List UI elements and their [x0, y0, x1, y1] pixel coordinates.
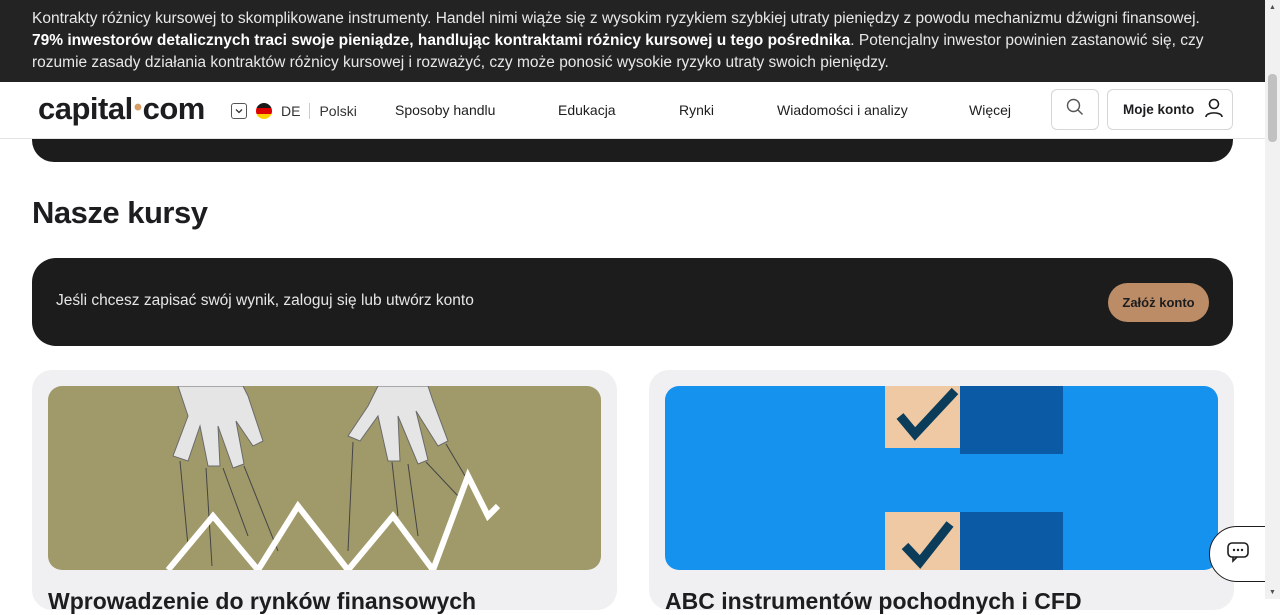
- nav-wiadomosci[interactable]: Wiadomości i analizy: [777, 102, 908, 118]
- risk-warning-text: Kontrakty różnicy kursowej to skomplikow…: [32, 10, 1200, 27]
- previous-section-panel: [32, 139, 1233, 162]
- my-account-button[interactable]: Moje konto: [1107, 89, 1233, 130]
- page-scrollbar[interactable]: ▲ ▼: [1265, 0, 1280, 599]
- nav-rynki[interactable]: Rynki: [679, 102, 714, 118]
- nav-edukacja[interactable]: Edukacja: [558, 102, 616, 118]
- course-title[interactable]: Wprowadzenie do rynków finansowych: [48, 588, 476, 615]
- language-selector[interactable]: DE Polski: [231, 102, 357, 120]
- my-account-label: Moje konto: [1123, 102, 1195, 117]
- risk-warning-bold: 79% inwestorów detalicznych traci swoje …: [32, 32, 851, 49]
- nav-sposoby-handlu[interactable]: Sposoby handlu: [395, 102, 495, 118]
- chevron-down-icon: [231, 103, 247, 119]
- divider: [309, 103, 311, 119]
- chat-icon: [1226, 541, 1250, 568]
- logo-text-left: capital: [38, 91, 133, 126]
- search-icon: [1066, 98, 1084, 121]
- course-card[interactable]: Wprowadzenie do rynków finansowych: [32, 370, 617, 614]
- logo-text-right: com: [142, 91, 206, 126]
- login-prompt-bar: Jeśli chcesz zapisać swój wynik, zaloguj…: [32, 258, 1233, 346]
- logo[interactable]: capital•com: [38, 91, 205, 127]
- chat-button[interactable]: [1209, 526, 1267, 582]
- section-title: Nasze kursy: [32, 195, 208, 230]
- scroll-up-arrow[interactable]: ▲: [1265, 0, 1280, 14]
- scrollbar-thumb[interactable]: [1268, 74, 1277, 142]
- course-image-checkboxes[interactable]: [665, 386, 1218, 570]
- language-label: Polski: [319, 103, 357, 119]
- login-prompt-text: Jeśli chcesz zapisać swój wynik, zaloguj…: [56, 292, 474, 309]
- risk-warning-banner: Kontrakty różnicy kursowej to skomplikow…: [0, 0, 1265, 82]
- logo-dot: •: [133, 94, 142, 121]
- nav-wiecej[interactable]: Więcej: [969, 102, 1011, 118]
- course-image-puppet-hands[interactable]: [48, 386, 601, 570]
- site-header: capital•com DE Polski Sposoby handlu Edu…: [0, 82, 1265, 139]
- course-card[interactable]: ABC instrumentów pochodnych i CFD: [649, 370, 1234, 614]
- scroll-down-arrow[interactable]: ▼: [1265, 585, 1280, 599]
- germany-flag-icon: [256, 103, 272, 119]
- user-icon: [1194, 98, 1224, 121]
- course-title[interactable]: ABC instrumentów pochodnych i CFD: [665, 588, 1082, 615]
- create-account-button[interactable]: Załóż konto: [1108, 283, 1209, 322]
- search-button[interactable]: [1051, 89, 1099, 130]
- region-code: DE: [281, 103, 301, 119]
